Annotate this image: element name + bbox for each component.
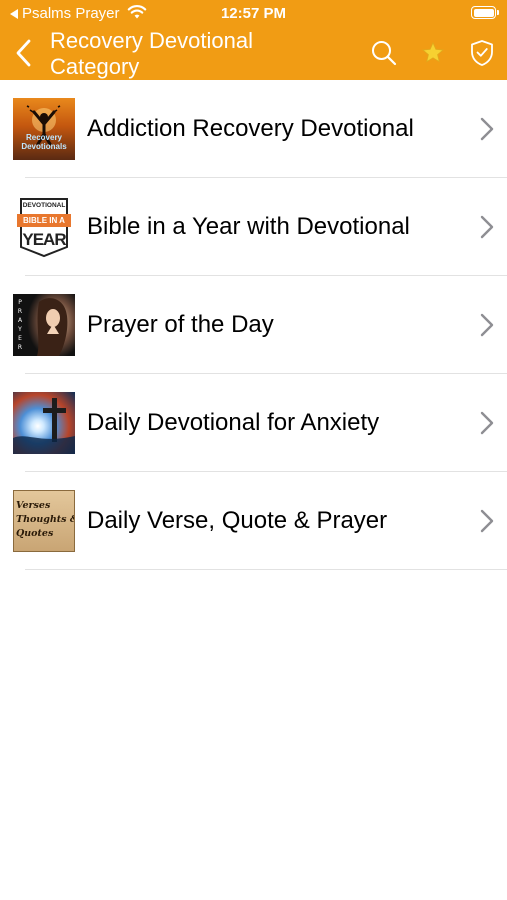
navigation-bar: Recovery Devotional Category xyxy=(0,28,507,80)
back-button[interactable] xyxy=(12,36,36,70)
shield-button[interactable] xyxy=(467,38,497,68)
chevron-right-icon xyxy=(480,215,494,239)
star-icon xyxy=(422,41,444,63)
list-item-label: Addiction Recovery Devotional xyxy=(87,115,414,142)
verses-thoughts-quotes-thumbnail: Verses Thoughts & Quotes xyxy=(13,490,75,552)
thumbnail-caption-top: DEVOTIONAL xyxy=(22,202,66,209)
chevron-right-icon xyxy=(480,117,494,141)
category-list: Recovery Devotionals Addiction Recovery … xyxy=(0,80,507,570)
anxiety-devotional-thumbnail xyxy=(13,392,75,454)
list-item-label: Bible in a Year with Devotional xyxy=(87,213,410,240)
thumbnail-caption-bottom: YEAR xyxy=(22,230,66,249)
thumbnail-caption: Recovery Devotionals xyxy=(21,133,67,151)
bible-in-a-year-thumbnail: DEVOTIONAL BIBLE IN A YEAR xyxy=(13,196,75,258)
list-item-bible-in-a-year[interactable]: DEVOTIONAL BIBLE IN A YEAR Bible in a Ye… xyxy=(0,178,507,276)
list-item-devotional-anxiety[interactable]: Daily Devotional for Anxiety xyxy=(0,374,507,472)
list-item-prayer-of-the-day[interactable]: P R A Y E R Prayer of the Day xyxy=(0,276,507,374)
battery-icon xyxy=(471,6,499,19)
shield-check-icon xyxy=(471,40,493,66)
search-icon xyxy=(372,41,397,66)
page-title: Recovery Devotional Category xyxy=(50,28,253,79)
search-button[interactable] xyxy=(369,38,399,68)
prayer-of-the-day-thumbnail: P R A Y E R xyxy=(13,294,75,356)
status-bar: Psalms Prayer 12:57 PM xyxy=(0,0,507,28)
chevron-right-icon xyxy=(480,411,494,435)
favorites-button[interactable] xyxy=(418,38,448,68)
row-separator xyxy=(25,569,507,570)
chevron-right-icon xyxy=(480,509,494,533)
thumbnail-caption: Verses Thoughts & Quotes xyxy=(16,500,74,539)
list-item-label: Prayer of the Day xyxy=(87,311,274,338)
chevron-right-icon xyxy=(480,313,494,337)
thumbnail-caption-mid: BIBLE IN A xyxy=(23,216,65,225)
thumbnail-caption: P R A Y E R xyxy=(17,299,23,351)
recovery-devotionals-thumbnail: Recovery Devotionals xyxy=(13,98,75,160)
chevron-left-icon xyxy=(16,39,31,67)
list-item-daily-verse-quote-prayer[interactable]: Verses Thoughts & Quotes Daily Verse, Qu… xyxy=(0,472,507,570)
list-item-label: Daily Verse, Quote & Prayer xyxy=(87,507,388,534)
top-bar: Psalms Prayer 12:57 PM Recovery Devotion… xyxy=(0,0,507,80)
list-item-addiction-recovery[interactable]: Recovery Devotionals Addiction Recovery … xyxy=(0,80,507,178)
list-item-label: Daily Devotional for Anxiety xyxy=(87,409,380,436)
status-time: 12:57 PM xyxy=(220,5,287,22)
